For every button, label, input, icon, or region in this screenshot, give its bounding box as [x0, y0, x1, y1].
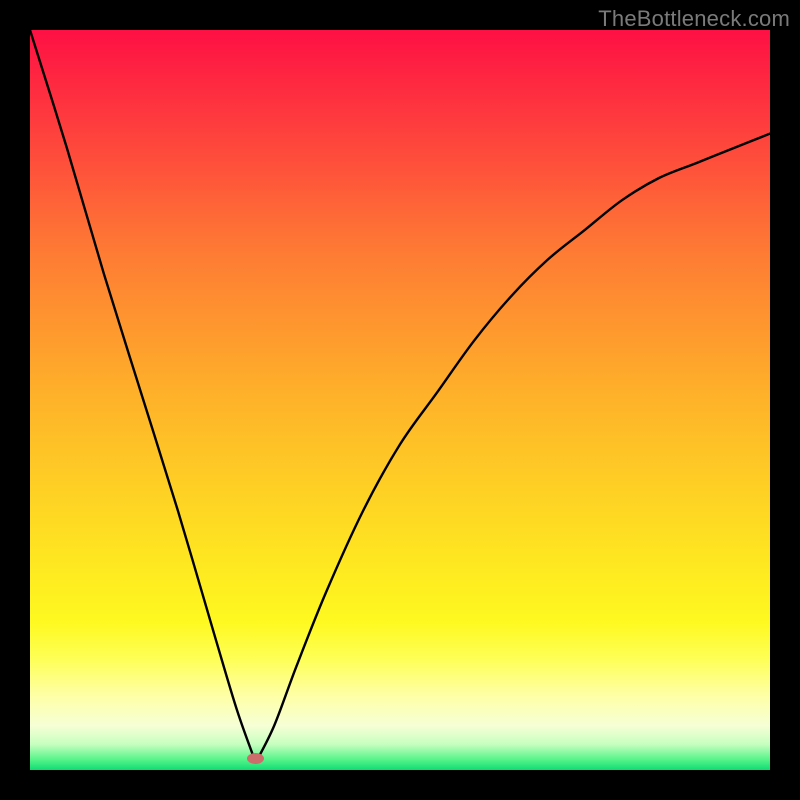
plot-area — [30, 30, 770, 770]
bottleneck-curve — [30, 30, 770, 770]
chart-frame: TheBottleneck.com — [0, 0, 800, 800]
watermark-text: TheBottleneck.com — [598, 6, 790, 32]
